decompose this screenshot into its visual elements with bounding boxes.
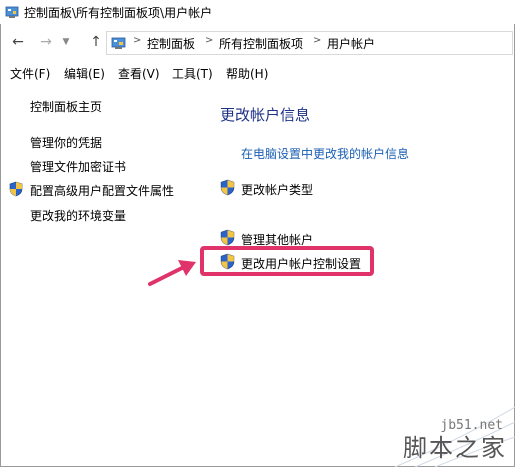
control-panel-icon	[5, 6, 19, 18]
menu-tools[interactable]: 工具(T)	[172, 65, 213, 82]
link-change-account-type[interactable]: 更改帐户类型	[241, 181, 313, 198]
menu-bar: 文件(F) 编辑(E) 查看(V) 工具(T) 帮助(H)	[0, 62, 515, 84]
breadcrumb-control-panel[interactable]: 控制面板	[147, 35, 195, 52]
chevron-right-icon[interactable]: >	[205, 35, 213, 46]
title-bar: 控制面板\所有控制面板项\用户帐户	[0, 0, 515, 24]
breadcrumb-user-accounts[interactable]: 用户帐户	[327, 35, 375, 52]
menu-view[interactable]: 查看(V)	[118, 65, 160, 82]
shield-icon	[9, 181, 23, 197]
menu-file[interactable]: 文件(F)	[10, 65, 50, 82]
link-pc-settings[interactable]: 在电脑设置中更改我的帐户信息	[241, 145, 409, 162]
highlight-box	[200, 246, 374, 276]
arrow-left-icon[interactable]: ←	[10, 34, 26, 50]
left-nav-home[interactable]: 控制面板主页	[30, 98, 102, 115]
menu-edit[interactable]: 编辑(E)	[64, 65, 105, 82]
chevron-right-icon[interactable]: >	[313, 35, 321, 46]
arrow-up-icon[interactable]: ↑	[88, 34, 104, 50]
watermark-name: 脚本之家	[403, 434, 507, 462]
navigation-bar: ← → ▼ ↑ > 控制面板 > 所有控制面板项 > 用户帐户	[0, 28, 515, 58]
chevron-right-icon[interactable]: >	[133, 35, 141, 46]
arrow-right-icon[interactable]: →	[38, 34, 54, 50]
left-nav-manage-credentials[interactable]: 管理你的凭据	[30, 134, 102, 151]
left-nav-advanced-profile[interactable]: 配置高级用户配置文件属性	[30, 182, 174, 199]
window-title: 控制面板\所有控制面板项\用户帐户	[24, 6, 213, 20]
left-nav-env-vars[interactable]: 更改我的环境变量	[30, 207, 126, 224]
chevron-down-icon[interactable]: ▼	[58, 34, 74, 50]
pointer-arrow-icon	[148, 260, 196, 286]
control-panel-icon	[111, 37, 126, 49]
shield-icon	[220, 179, 235, 196]
address-bar[interactable]: > 控制面板 > 所有控制面板项 > 用户帐户	[106, 31, 513, 55]
breadcrumb-all-items[interactable]: 所有控制面板项	[219, 35, 303, 52]
page-title: 更改帐户信息	[220, 106, 311, 124]
menu-help[interactable]: 帮助(H)	[226, 65, 268, 82]
left-nav-encryption-certs[interactable]: 管理文件加密证书	[30, 158, 126, 175]
shield-icon	[220, 229, 235, 246]
